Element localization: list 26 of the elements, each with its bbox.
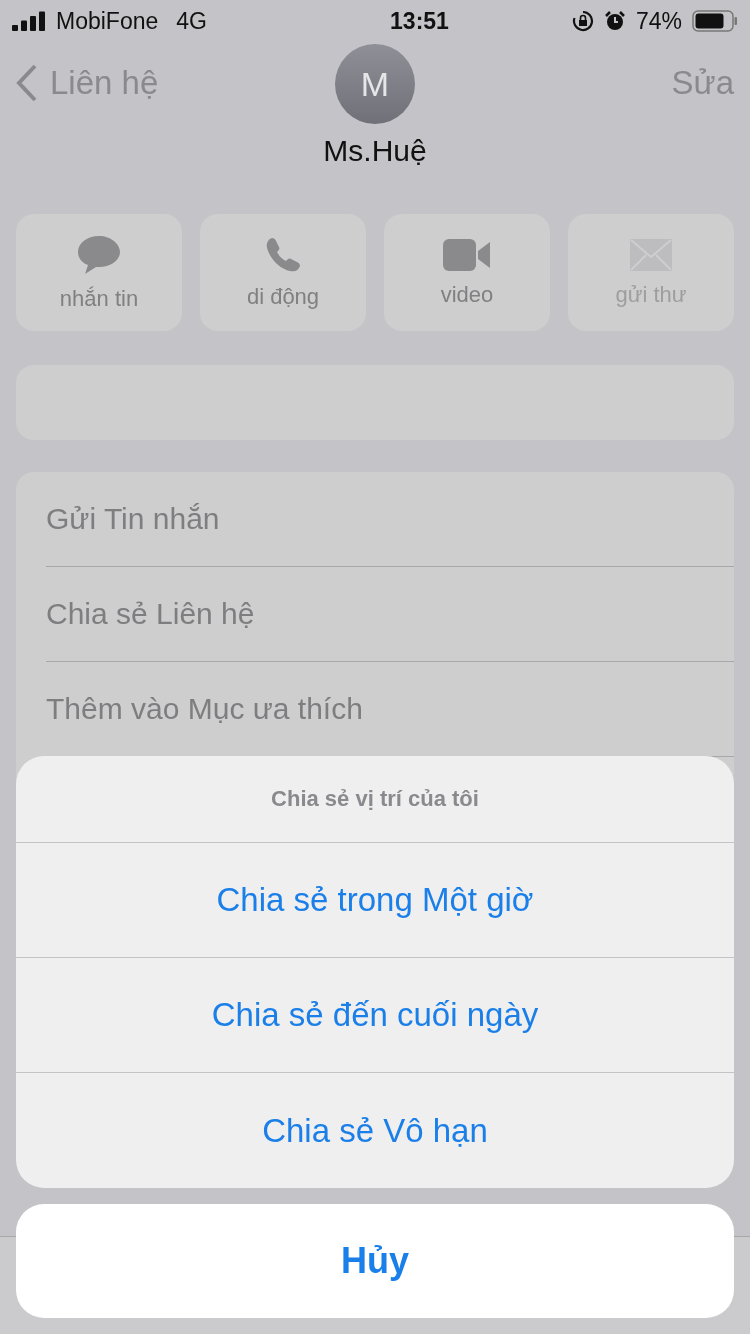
rotation-lock-icon [571, 10, 594, 32]
chevron-left-icon [16, 64, 38, 102]
back-button[interactable]: Liên hệ [16, 64, 159, 102]
battery-percent: 74% [635, 7, 682, 35]
list-item[interactable]: Chia sẻ Liên hệ [46, 567, 734, 662]
cancel-button[interactable]: Hủy [16, 1204, 734, 1318]
carrier-name: MobiFone [56, 7, 159, 35]
sheet-option[interactable]: Chia sẻ đến cuối ngày [16, 958, 734, 1073]
alarm-clock-icon [603, 10, 626, 32]
sheet-option[interactable]: Chia sẻ Vô hạn [16, 1073, 734, 1188]
video-camera-icon [442, 237, 492, 272]
phone-icon [264, 235, 302, 274]
signal-icon [12, 11, 46, 31]
network-type: 4G [176, 7, 207, 35]
speech-bubble-icon [76, 233, 122, 276]
edit-button[interactable]: Sửa [671, 64, 734, 102]
status-time: 13:51 [390, 7, 449, 35]
contact-name: Ms.Huệ [323, 134, 427, 168]
contact-action-button[interactable]: nhắn tin [16, 214, 182, 331]
contact-avatar: M [335, 44, 415, 124]
sheet-title: Chia sẻ vị trí của tôi [16, 756, 734, 843]
battery-icon [692, 10, 738, 32]
contact-action-button[interactable]: video [384, 214, 550, 331]
list-item[interactable]: Gửi Tin nhắn [46, 472, 734, 567]
contact-action-button[interactable]: di động [200, 214, 366, 331]
sheet-option[interactable]: Chia sẻ trong Một giờ [16, 843, 734, 958]
